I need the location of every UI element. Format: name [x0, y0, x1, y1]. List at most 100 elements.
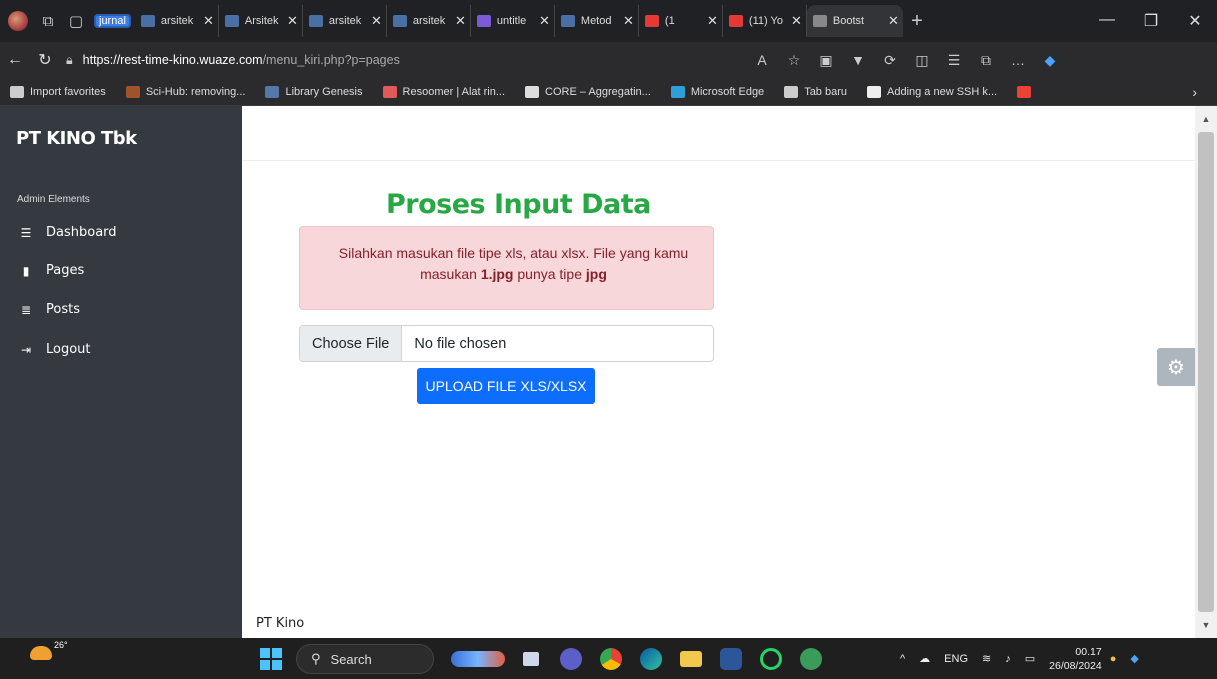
- word-icon[interactable]: [714, 645, 748, 673]
- browser-tab[interactable]: (1 ✕: [639, 5, 723, 37]
- volume-icon[interactable]: ♪: [1005, 653, 1011, 665]
- bookmark-item[interactable]: CORE – Aggregatin...: [515, 85, 661, 98]
- read-aloud-icon[interactable]: A: [746, 52, 778, 68]
- more-icon[interactable]: …: [1002, 52, 1034, 68]
- collections-icon[interactable]: ⧉: [970, 52, 1002, 69]
- tab-title: (1: [664, 15, 675, 27]
- tab-close-icon[interactable]: ✕: [455, 13, 466, 29]
- extension-v-icon[interactable]: ▼: [842, 52, 874, 68]
- tab-actions-icon[interactable]: ▢: [62, 7, 90, 35]
- brand-title[interactable]: PT KINO Tbk: [16, 128, 137, 149]
- meet-app-icon[interactable]: [554, 645, 588, 673]
- taskbar-search[interactable]: ⚲ Search: [296, 644, 434, 674]
- tab-title: Arsitek: [244, 15, 279, 27]
- bookmark-favicon-icon: [1017, 85, 1032, 98]
- navbar-divider: [242, 160, 1195, 161]
- new-tab-icon[interactable]: +: [903, 7, 931, 35]
- bookmark-item[interactable]: Tab baru: [774, 85, 857, 98]
- minimize-icon[interactable]: —: [1085, 11, 1129, 31]
- file-explorer-icon[interactable]: [674, 645, 708, 673]
- tray-overflow-icon[interactable]: ^: [900, 653, 905, 665]
- bookmark-item[interactable]: Adding a new SSH k...: [857, 85, 1007, 98]
- tab-close-icon[interactable]: ✕: [539, 13, 550, 29]
- tab-group-jurnal[interactable]: jurnal: [94, 14, 131, 28]
- back-icon[interactable]: ←: [0, 51, 30, 69]
- hs-app-icon[interactable]: [794, 645, 828, 673]
- tab-close-icon[interactable]: ✕: [707, 13, 718, 29]
- settings-gear-icon[interactable]: ⚙: [1157, 348, 1195, 386]
- notification-bell-icon[interactable]: ●: [1110, 653, 1117, 665]
- address-bar[interactable]: 🔒︎ https://rest-time-kino.wuaze.com /men…: [66, 47, 746, 73]
- browser-tab[interactable]: Arsitek ✕: [219, 5, 303, 37]
- cloud-icon[interactable]: ☁: [919, 652, 930, 665]
- sidebar-item-label: Pages: [46, 263, 85, 278]
- bookmark-item[interactable]: Microsoft Edge: [661, 85, 774, 98]
- page-scrollbar[interactable]: ▲ ▼: [1195, 106, 1217, 638]
- file-status: No file chosen: [414, 335, 507, 352]
- whatsapp-icon[interactable]: [754, 645, 788, 673]
- system-tray: ^ ☁ ENG ≋ ♪ ▭ 00.17 26/08/2024 ● ◆: [900, 638, 1153, 679]
- bookmark-item[interactable]: [1007, 85, 1047, 98]
- bookmark-label: Microsoft Edge: [690, 85, 765, 98]
- browser-tab[interactable]: untitle ✕: [471, 5, 555, 37]
- bookmark-favicon-icon: [784, 85, 799, 98]
- url-path: /menu_kiri.php?p=pages: [262, 53, 400, 67]
- bookmark-label: Tab baru: [804, 85, 847, 98]
- sidebar-item-logout[interactable]: ⇥ Logout: [18, 342, 91, 357]
- bookmarks-more-icon[interactable]: ›: [1192, 84, 1197, 100]
- browser-tab[interactable]: (11) Yo ✕: [723, 5, 807, 37]
- start-button[interactable]: [260, 648, 282, 670]
- workspaces-icon[interactable]: ⧉: [34, 7, 62, 35]
- sidebar-item-dashboard[interactable]: ☰ Dashboard: [18, 225, 117, 240]
- language-indicator[interactable]: ENG: [944, 653, 968, 665]
- favorite-star-icon[interactable]: ☆: [778, 52, 810, 69]
- browser-tab[interactable]: arsitek ✕: [303, 5, 387, 37]
- wifi-icon[interactable]: ≋: [982, 652, 991, 665]
- weather-icon: [30, 646, 52, 660]
- bookmark-item[interactable]: Import favorites: [0, 85, 116, 98]
- bookmark-item[interactable]: Resoomer | Alat rin...: [373, 85, 516, 98]
- sidebar-item-posts[interactable]: ≣ Posts: [18, 302, 80, 317]
- task-view-icon[interactable]: [514, 645, 548, 673]
- profile-avatar[interactable]: [8, 11, 28, 31]
- scroll-up-icon[interactable]: ▲: [1195, 106, 1217, 132]
- extensions-icon[interactable]: ⟳: [874, 52, 906, 69]
- tab-close-icon[interactable]: ✕: [623, 13, 634, 29]
- scrollbar-thumb[interactable]: [1198, 132, 1214, 612]
- sidebar: PT KINO Tbk Admin Elements ☰ Dashboard ▮…: [0, 106, 242, 638]
- file-input[interactable]: Choose File No file chosen: [299, 325, 714, 362]
- tab-favicon-icon: [560, 15, 575, 27]
- bookmark-item[interactable]: Library Genesis: [255, 85, 372, 98]
- clock[interactable]: 00.17 26/08/2024: [1049, 645, 1102, 673]
- scroll-down-icon[interactable]: ▼: [1195, 612, 1217, 638]
- choose-file-button[interactable]: Choose File: [300, 326, 403, 361]
- close-window-icon[interactable]: ✕: [1173, 11, 1217, 31]
- battery-icon[interactable]: ▭: [1025, 652, 1035, 665]
- weather-widget[interactable]: 26°: [30, 640, 68, 660]
- restore-icon[interactable]: ❐: [1129, 11, 1173, 31]
- browser-tab[interactable]: arsitek ✕: [135, 5, 219, 37]
- browser-tab[interactable]: Bootst ✕: [806, 5, 903, 37]
- copilot-taskbar-icon[interactable]: ◆: [1130, 652, 1138, 665]
- extension-square-icon[interactable]: ▣: [810, 52, 842, 69]
- bookmark-favicon-icon: [525, 85, 540, 98]
- browser-tab[interactable]: arsitek ✕: [387, 5, 471, 37]
- favorites-icon[interactable]: ☰: [938, 52, 970, 69]
- edge-icon[interactable]: [634, 645, 668, 673]
- app-landscape-icon[interactable]: [448, 645, 508, 673]
- sidebar-item-pages[interactable]: ▮ Pages: [18, 263, 85, 278]
- tab-close-icon[interactable]: ✕: [203, 13, 214, 29]
- tab-close-icon[interactable]: ✕: [371, 13, 382, 29]
- upload-button[interactable]: UPLOAD FILE XLS/XLSX: [417, 368, 595, 404]
- bookmark-item[interactable]: Sci-Hub: removing...: [116, 85, 256, 98]
- copilot-icon[interactable]: ◆: [1034, 52, 1066, 69]
- tab-favicon-icon: [308, 15, 323, 27]
- refresh-icon[interactable]: ↻: [30, 50, 60, 70]
- browser-tab[interactable]: Metod ✕: [555, 5, 639, 37]
- chrome-icon[interactable]: [594, 645, 628, 673]
- error-alert: Silahkan masukan file tipe xls, atau xls…: [299, 226, 714, 310]
- tab-close-icon[interactable]: ✕: [791, 13, 802, 29]
- split-screen-icon[interactable]: ◫: [906, 52, 938, 69]
- tab-close-icon[interactable]: ✕: [287, 13, 298, 29]
- tab-close-icon[interactable]: ✕: [888, 13, 899, 29]
